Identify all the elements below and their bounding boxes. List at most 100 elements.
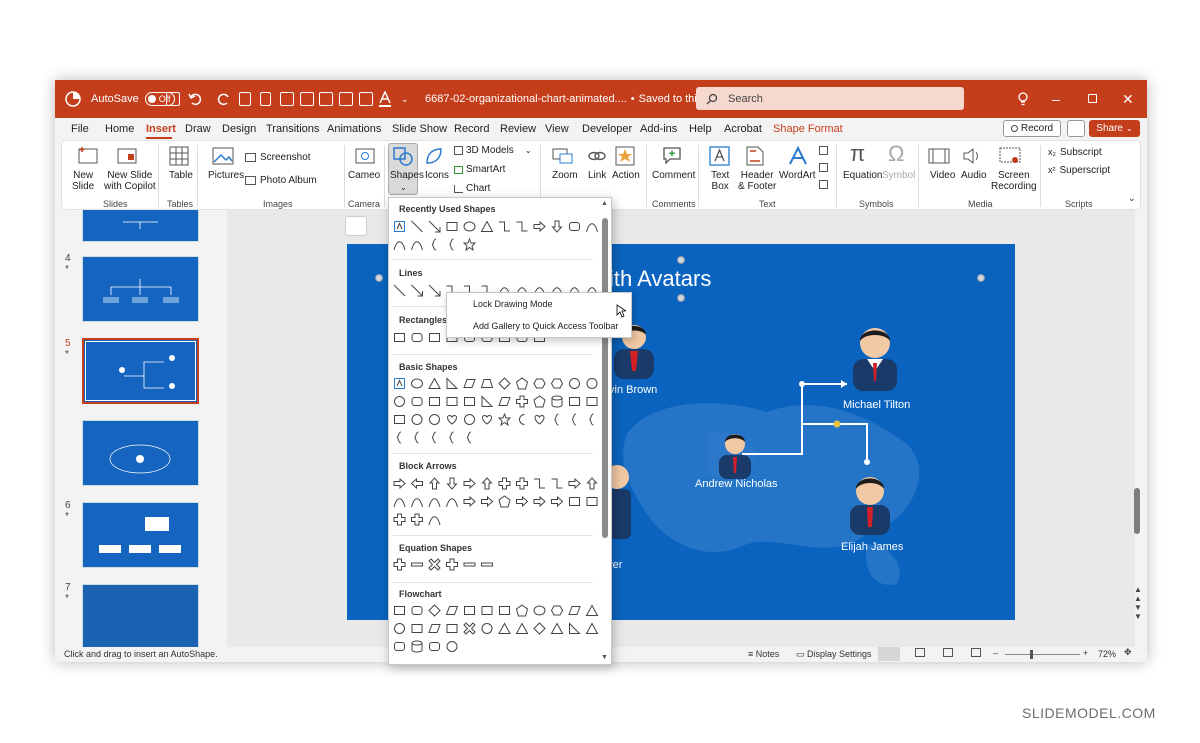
shape-option-icon[interactable] xyxy=(551,495,564,508)
new-slide-copilot-button[interactable]: New Slide with Copilot xyxy=(104,170,156,192)
shape-option-icon[interactable] xyxy=(464,414,475,425)
shape-option-icon[interactable] xyxy=(428,558,441,571)
date-time-icon[interactable] xyxy=(819,146,828,155)
shape-option-icon[interactable] xyxy=(463,622,476,635)
shape-option-icon[interactable] xyxy=(411,624,423,633)
cameo-button[interactable]: Cameo xyxy=(348,170,380,181)
shape-option-icon[interactable] xyxy=(394,642,405,651)
slideshow-view-icon[interactable] xyxy=(971,648,981,657)
screen-recording-button[interactable]: Screen Recording xyxy=(991,170,1037,192)
notes-button[interactable]: ≡ Notes xyxy=(748,649,779,659)
shape-option-icon[interactable] xyxy=(464,606,475,615)
shape-option-icon[interactable] xyxy=(464,397,475,406)
shape-option-icon[interactable] xyxy=(550,605,564,616)
shape-option-icon[interactable] xyxy=(394,396,405,407)
shape-option-icon[interactable] xyxy=(446,377,459,389)
equation-button[interactable]: Equation xyxy=(843,170,882,181)
shape-option-icon[interactable] xyxy=(463,495,476,508)
tab-developer[interactable]: Developer xyxy=(582,123,632,135)
slide-thumbnail[interactable] xyxy=(82,210,199,242)
shape-option-icon[interactable] xyxy=(551,478,563,489)
document-title[interactable]: 6687-02-organizational-chart-animated...… xyxy=(425,80,732,118)
shape-option-icon[interactable] xyxy=(533,395,546,408)
shape-option-icon[interactable] xyxy=(498,477,511,490)
shape-option-icon[interactable] xyxy=(446,397,458,406)
picture-icon[interactable] xyxy=(280,92,294,106)
shape-option-icon[interactable] xyxy=(586,397,598,406)
lightbulb-icon[interactable] xyxy=(1017,92,1029,106)
shape-option-icon[interactable] xyxy=(393,498,406,508)
shape-option-icon[interactable] xyxy=(586,477,598,490)
shape-option-icon[interactable] xyxy=(411,606,423,615)
shape-option-icon[interactable] xyxy=(589,413,594,426)
text-box-button[interactable]: Text Box xyxy=(711,170,729,192)
collapse-ribbon-icon[interactable]: ⌄ xyxy=(1128,193,1136,204)
resize-handle[interactable] xyxy=(677,256,685,264)
basic-shapes-grid[interactable] xyxy=(393,377,603,451)
shape-option-icon[interactable] xyxy=(394,623,405,634)
link-button[interactable]: Link xyxy=(588,170,606,181)
shape-option-icon[interactable] xyxy=(550,622,564,634)
shape-option-icon[interactable] xyxy=(449,238,454,251)
shape-option-icon[interactable] xyxy=(411,220,423,233)
shape-option-icon[interactable] xyxy=(411,498,423,508)
slide-sorter-icon[interactable] xyxy=(915,648,925,657)
tab-review[interactable]: Review xyxy=(500,123,536,135)
slide-thumbnail[interactable] xyxy=(82,502,199,568)
shape-option-icon[interactable] xyxy=(411,241,423,251)
shape-option-icon[interactable] xyxy=(534,414,545,425)
shape-option-icon[interactable] xyxy=(481,623,493,634)
shape-option-icon[interactable] xyxy=(533,495,546,508)
shape-option-icon[interactable] xyxy=(481,395,494,407)
shape-option-icon[interactable] xyxy=(515,604,529,617)
shape-option-icon[interactable] xyxy=(516,395,528,408)
shape-option-icon[interactable] xyxy=(519,414,525,425)
tab-slide-show[interactable]: Slide Show xyxy=(392,123,447,135)
tab-home[interactable]: Home xyxy=(105,123,134,135)
tab-insert[interactable]: Insert xyxy=(146,123,176,135)
superscript-button[interactable]: x² Superscript xyxy=(1048,165,1110,176)
shape-option-icon[interactable] xyxy=(480,379,494,388)
table-icon[interactable] xyxy=(319,92,333,106)
shape-option-icon[interactable] xyxy=(411,562,423,567)
shape-option-icon[interactable] xyxy=(394,378,405,389)
table-button[interactable]: Table xyxy=(169,170,193,181)
slide-title[interactable]: ith Avatars xyxy=(609,266,711,292)
close-icon[interactable]: ✕ xyxy=(1122,80,1134,118)
action-button[interactable]: Action xyxy=(612,170,640,181)
shape-option-icon[interactable] xyxy=(498,397,511,406)
shape-option-icon[interactable] xyxy=(481,477,493,490)
shape-option-icon[interactable] xyxy=(429,414,440,425)
pictures-button[interactable]: Pictures xyxy=(208,170,244,181)
audio-button[interactable]: Audio xyxy=(961,170,987,181)
slide-thumbnail[interactable] xyxy=(82,584,199,650)
slide-thumbnail-selected[interactable] xyxy=(82,338,199,404)
shape-option-icon[interactable] xyxy=(585,604,599,616)
new-slide-button[interactable]: New Slide xyxy=(72,170,94,192)
object-icon[interactable] xyxy=(819,180,828,189)
shape-option-icon[interactable] xyxy=(533,378,546,389)
lock-drawing-mode-item[interactable]: Lock Drawing Mode xyxy=(473,299,553,309)
reading-view-icon[interactable] xyxy=(943,648,953,657)
shape-option-icon[interactable] xyxy=(393,477,406,490)
scroll-arrows[interactable]: ▲ ▲ ▼ ▼ xyxy=(1134,585,1142,621)
shape-option-icon[interactable] xyxy=(482,414,492,425)
shape-option-icon[interactable] xyxy=(516,495,529,508)
shape-option-icon[interactable] xyxy=(569,397,580,406)
tab-record[interactable]: Record xyxy=(454,123,489,135)
maximize-icon[interactable] xyxy=(1088,94,1097,103)
shape-option-icon[interactable] xyxy=(428,498,441,508)
shape-option-icon[interactable] xyxy=(394,221,405,232)
shape-icon[interactable] xyxy=(359,92,373,106)
record-button[interactable]: Record xyxy=(1003,120,1061,137)
shape-option-icon[interactable] xyxy=(585,622,599,634)
comment-button[interactable]: Comment xyxy=(652,170,695,181)
shape-option-icon[interactable] xyxy=(463,379,476,388)
shape-option-icon[interactable] xyxy=(447,414,457,425)
shape-option-icon[interactable] xyxy=(396,431,402,444)
shape-option-icon[interactable] xyxy=(463,221,476,232)
shape-option-icon[interactable] xyxy=(428,604,441,617)
screenshot-button[interactable]: Screenshot xyxy=(245,152,311,163)
shape-option-icon[interactable] xyxy=(568,477,581,490)
shape-option-icon[interactable] xyxy=(516,477,528,490)
